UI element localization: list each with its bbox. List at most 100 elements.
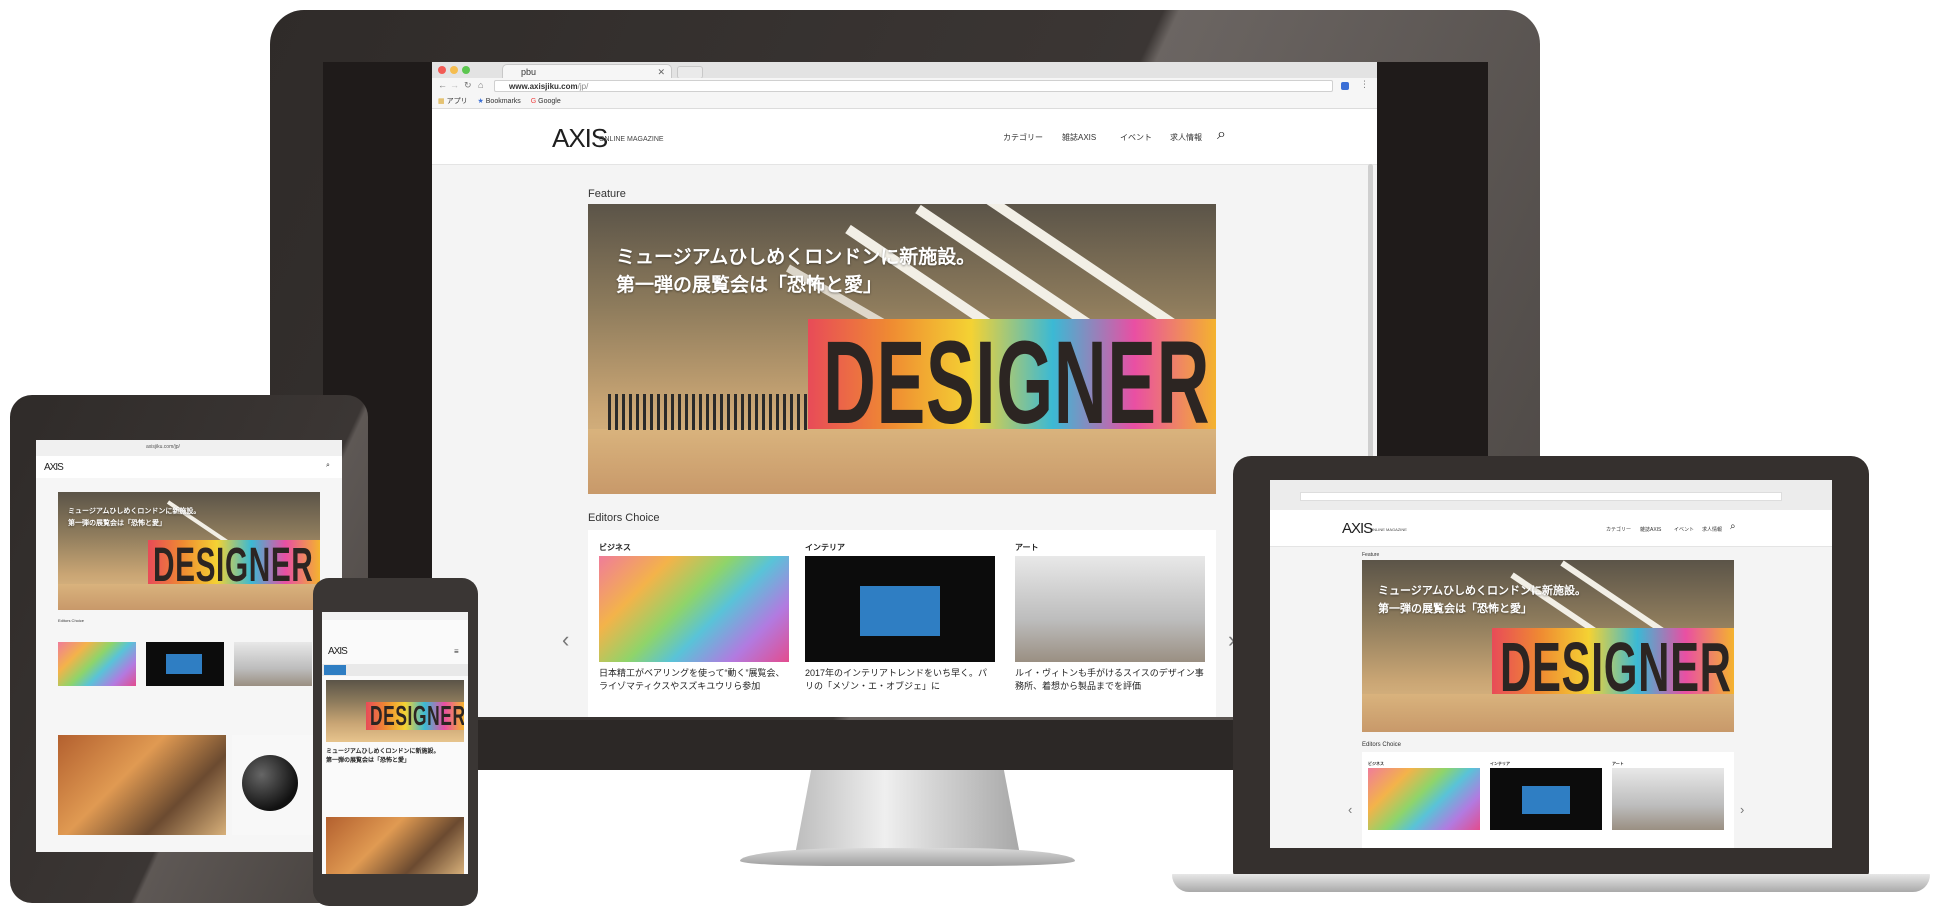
- bookmark-bookmarks-label: Bookmarks: [485, 98, 521, 105]
- feature-hero-image[interactable]: DESIGNER ミュージアムひしめくロンドンに新施設。 第一弾の展覧会は「恐怖…: [588, 204, 1216, 494]
- tablet-card-image[interactable]: [146, 642, 224, 686]
- laptop-card-image[interactable]: [1612, 768, 1724, 830]
- close-window-dot[interactable]: [438, 66, 446, 74]
- phone-tab-active[interactable]: [324, 665, 346, 675]
- phone-menu-icon[interactable]: ≡: [454, 647, 459, 656]
- nav-jobs[interactable]: 求人情報: [1170, 132, 1202, 143]
- tablet-hero-image[interactable]: DESIGNER ミュージアムひしめくロンドンに新施設。 第一弾の展覧会は「恐怖…: [58, 492, 320, 610]
- tablet-card-image[interactable]: [234, 642, 312, 686]
- laptop-site-header: AXIS ONLINE MAGAZINE カテゴリー 雑誌AXIS イベント 求…: [1270, 510, 1832, 547]
- maximize-window-dot[interactable]: [462, 66, 470, 74]
- card-category[interactable]: アート: [1015, 542, 1039, 553]
- laptop-hero-sign: DESIGNER: [1500, 628, 1732, 706]
- tablet-browser-bar: [36, 440, 342, 457]
- laptop-card-panel: [1522, 786, 1570, 814]
- laptop-carousel-next-icon[interactable]: ›: [1740, 802, 1744, 817]
- laptop-hero-image[interactable]: DESIGNER ミュージアムひしめくロンドンに新施設。 第一弾の展覧会は「恐怖…: [1362, 560, 1734, 732]
- laptop-card-image[interactable]: [1490, 768, 1602, 830]
- laptop-logo-sub: ONLINE MAGAZINE: [1370, 527, 1407, 532]
- nav-event[interactable]: イベント: [1120, 132, 1152, 143]
- laptop-nav-magazine[interactable]: 雑誌AXIS: [1640, 526, 1661, 533]
- laptop-hero-title-line1: ミュージアムひしめくロンドンに新施設。: [1378, 585, 1587, 597]
- monitor-stand-neck: [795, 760, 1020, 855]
- tablet-hero-floor: [58, 584, 320, 610]
- card-title[interactable]: 日本精工がベアリングを使って“動く”展覧会、ライゾマティクスやスズキユウリら参加: [599, 667, 789, 693]
- tablet-search-icon[interactable]: ⌕: [326, 462, 330, 470]
- tablet-article-image[interactable]: [58, 735, 226, 835]
- laptop-nav-event[interactable]: イベント: [1674, 526, 1694, 533]
- laptop-url-field[interactable]: [1300, 492, 1782, 501]
- tablet-screen: axisjiku.com/jp/ AXIS ⌕ DESIGNER ミュージアムひ…: [36, 440, 342, 852]
- laptop-logo[interactable]: AXIS: [1342, 520, 1373, 537]
- laptop-screen: AXIS ONLINE MAGAZINE カテゴリー 雑誌AXIS イベント 求…: [1270, 480, 1832, 848]
- tab-title: pbu: [521, 67, 537, 77]
- laptop-nav-category[interactable]: カテゴリー: [1606, 526, 1631, 533]
- phone-caption: ミュージアムひしめくロンドンに新施設。 第一弾の展覧会は「恐怖と愛」: [326, 748, 464, 766]
- extension-icon[interactable]: [1341, 82, 1349, 90]
- laptop-carousel-prev-icon[interactable]: ‹: [1348, 802, 1352, 817]
- laptop-hero-title-line2: 第一弾の展覧会は「恐怖と愛」: [1378, 603, 1532, 615]
- laptop-card-image[interactable]: [1368, 768, 1480, 830]
- tablet-logo[interactable]: AXIS: [44, 462, 64, 473]
- minimize-window-dot[interactable]: [450, 66, 458, 74]
- back-icon[interactable]: ←: [438, 80, 447, 90]
- bookmark-apps-label: アプリ: [446, 98, 468, 105]
- card-image[interactable]: [599, 556, 789, 662]
- feature-label: Feature: [588, 188, 626, 200]
- close-tab-icon[interactable]: ✕: [657, 65, 665, 79]
- laptop-nav-jobs[interactable]: 求人情報: [1702, 526, 1722, 533]
- search-icon[interactable]: ⌕: [1217, 126, 1226, 144]
- laptop-base: [1172, 874, 1930, 892]
- monitor-stand-base: [740, 848, 1075, 866]
- home-icon[interactable]: ⌂: [478, 80, 483, 90]
- site-logo-sub: ONLINE MAGAZINE: [599, 136, 664, 143]
- bookmark-google[interactable]: G Google: [531, 98, 561, 105]
- forward-icon[interactable]: →: [450, 80, 459, 90]
- menu-icon[interactable]: ⋮: [1360, 79, 1369, 90]
- laptop-card-category[interactable]: アート: [1612, 761, 1624, 767]
- card-category[interactable]: インテリア: [805, 542, 845, 553]
- hero-floor: [588, 429, 1216, 494]
- tablet-card-image[interactable]: [58, 642, 136, 686]
- apps-icon: ▦: [438, 98, 445, 105]
- laptop-hero-floor: [1362, 694, 1734, 732]
- hero-crowd: [608, 394, 808, 430]
- phone-article-image[interactable]: [326, 817, 464, 874]
- nav-category[interactable]: カテゴリー: [1003, 132, 1043, 143]
- hero-sign-text: DESIGNER: [823, 317, 1211, 449]
- url-host: www.axisjiku.com: [509, 82, 578, 91]
- card-category[interactable]: ビジネス: [599, 542, 631, 553]
- card-image[interactable]: [805, 556, 995, 662]
- card-title[interactable]: 2017年のインテリアトレンドをいち早く。パリの「メゾン・エ・オブジェ」に: [805, 667, 995, 693]
- laptop-card-category[interactable]: インテリア: [1490, 761, 1510, 767]
- tablet-hero-title-line2: 第一弾の展覧会は「恐怖と愛」: [68, 520, 166, 527]
- laptop-card-category[interactable]: ビジネス: [1368, 761, 1384, 767]
- phone-caption-line1[interactable]: ミュージアムひしめくロンドンに新施設。: [326, 748, 464, 757]
- phone-caption-line2[interactable]: 第一弾の展覧会は「恐怖と愛」: [326, 757, 464, 766]
- laptop-search-icon[interactable]: ⌕: [1730, 521, 1736, 532]
- laptop-feature-label: Feature: [1362, 552, 1380, 558]
- page-scrollbar[interactable]: [1368, 164, 1373, 464]
- laptop-editors-label: Editors Choice: [1362, 742, 1402, 748]
- card-title[interactable]: ルイ・ヴィトンも手がけるスイスのデザイン事務所、着想から製品までを評価: [1015, 667, 1205, 693]
- hero-title-line2: 第一弾の展覧会は「恐怖と愛」: [616, 275, 883, 296]
- phone-status-bar: [322, 612, 468, 620]
- phone-logo[interactable]: AXIS: [328, 646, 348, 657]
- carousel-prev-icon[interactable]: ‹: [562, 627, 569, 653]
- editors-choice-label: Editors Choice: [588, 512, 660, 524]
- google-icon: G: [530, 98, 537, 105]
- phone-hero-image[interactable]: DESIGNER: [326, 680, 464, 742]
- url-field[interactable]: www.axisjiku.com/jp/: [494, 80, 1333, 92]
- tablet-editors-label: Editors Choice: [58, 618, 85, 623]
- bookmark-google-label: Google: [538, 98, 561, 105]
- bookmark-bookmarks[interactable]: ★ Bookmarks: [478, 98, 521, 105]
- reload-icon[interactable]: ↻: [464, 80, 472, 91]
- card-image[interactable]: [1015, 556, 1205, 662]
- browser-tab[interactable]: pbu ✕: [502, 64, 672, 78]
- star-icon: ★: [477, 98, 484, 105]
- bookmark-apps[interactable]: ▦ アプリ: [438, 98, 468, 105]
- tablet-site-header: [36, 456, 342, 478]
- tablet-hero-title-line1: ミュージアムひしめくロンドンに新施設。: [68, 508, 201, 515]
- nav-magazine[interactable]: 雑誌AXIS: [1062, 132, 1096, 143]
- tablet-url[interactable]: axisjiku.com/jp/: [146, 444, 180, 450]
